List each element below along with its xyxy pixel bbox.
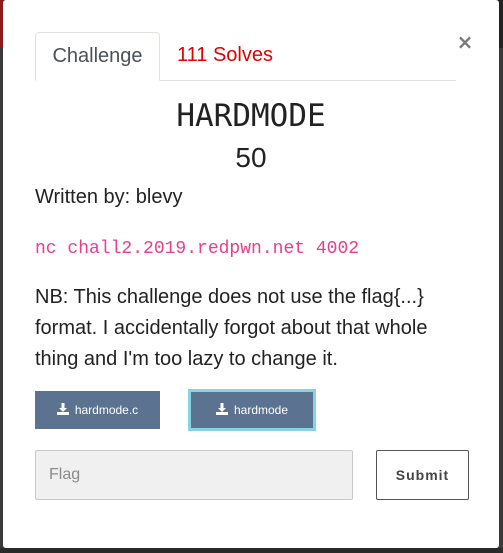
download-hardmode-c-button[interactable]: hardmode.c [35, 391, 160, 429]
tab-challenge[interactable]: Challenge [35, 32, 160, 81]
challenge-description: NB: This challenge does not use the flag… [35, 286, 428, 370]
download-hardmode-button[interactable]: hardmode [188, 389, 316, 431]
challenge-points: 50 [235, 142, 267, 173]
file-label: hardmode.c [74, 403, 139, 417]
connection-command: nc chall2.2019.redpwn.net 4002 [35, 239, 360, 259]
page-backdrop-bottom [0, 548, 503, 553]
submit-button[interactable]: Submit [376, 450, 469, 500]
download-icon [215, 403, 228, 415]
challenge-author: Written by: blevy [35, 186, 183, 208]
close-button[interactable]: × [454, 28, 476, 56]
challenge-modal: × Challenge 111 Solves HARDMODE 50 Writt… [3, 0, 499, 548]
modal-tabs: Challenge 111 Solves [35, 32, 456, 81]
download-icon [56, 403, 69, 415]
flag-input[interactable] [35, 450, 353, 500]
challenge-title: HARDMODE [176, 98, 326, 134]
file-label: hardmode [233, 403, 289, 417]
tab-solves[interactable]: 111 Solves [177, 32, 273, 80]
